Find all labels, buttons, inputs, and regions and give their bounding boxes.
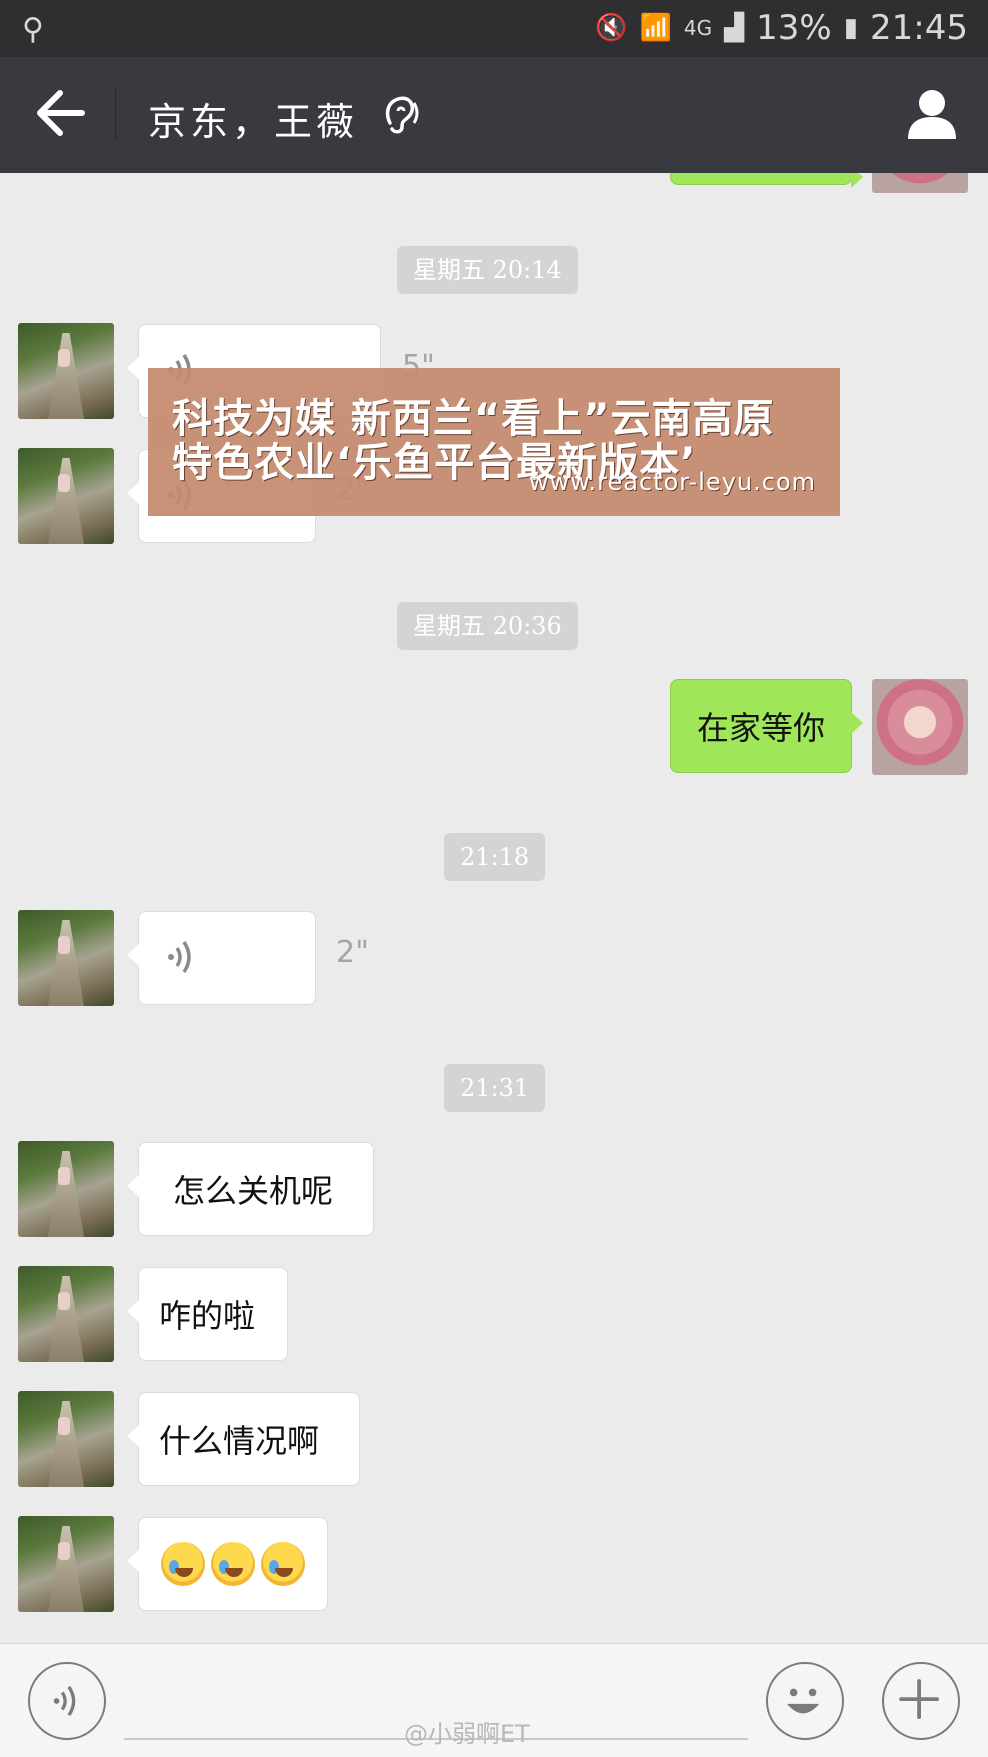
usb-icon: ⚲ (22, 12, 44, 47)
status-bar: ⚲ 🔇 📶 4G ▟ 13% ▮ 21:45 (0, 0, 988, 57)
mute-vibrate-icon: 🔇 (595, 13, 628, 43)
contact-avatar[interactable] (18, 1516, 114, 1612)
contact-avatar[interactable] (18, 1141, 114, 1237)
battery-icon: ▮ (843, 13, 859, 43)
text-message-bubble[interactable]: 怎么关机呢 (127, 1142, 374, 1236)
more-options-button[interactable] (882, 1662, 960, 1740)
contact-avatar[interactable] (18, 1266, 114, 1362)
overlay-url: www.reactor-leyu.com (528, 468, 816, 496)
my-avatar[interactable] (872, 679, 968, 775)
my-message-bubble[interactable]: 在家等你 (670, 679, 863, 773)
plus-icon (899, 1679, 940, 1720)
voice-message-bubble[interactable] (127, 911, 316, 1005)
voice-wave-icon (53, 1685, 76, 1717)
earpiece-mode-icon (385, 96, 419, 134)
voice-wave-icon (168, 941, 191, 973)
contact-avatar[interactable] (18, 323, 114, 419)
message-text: 咋的啦 (159, 1297, 256, 1335)
my-avatar[interactable] (872, 173, 968, 193)
voice-duration: 2" (336, 935, 369, 970)
wifi-icon: 📶 (639, 13, 672, 43)
back-arrow-icon[interactable] (34, 85, 86, 141)
message-text: 在家等你 (696, 709, 825, 747)
smiley-icon (786, 1688, 820, 1714)
network-type: 4G (683, 16, 713, 40)
voice-input-button[interactable] (28, 1662, 106, 1740)
text-message-bubble[interactable]: 什么情况啊 (127, 1392, 360, 1486)
battery-percent: 13% (756, 8, 832, 48)
overlay-banner: 科技为媒 新西兰“看上”云南高原 特色农业‘乐鱼平台最新版本’ www.reac… (148, 368, 840, 516)
face-with-tears-emoji (211, 1542, 255, 1586)
message-text: 什么情况啊 (159, 1422, 320, 1460)
timestamp: 21:18 (444, 833, 546, 881)
message-text: 怎么关机呢 (173, 1172, 334, 1210)
previous-message-bubble[interactable] (670, 173, 863, 188)
emoji-button[interactable] (766, 1662, 844, 1740)
chat-header: 京东，王薇 (0, 57, 988, 173)
contact-avatar[interactable] (18, 1391, 114, 1487)
contact-avatar[interactable] (18, 910, 114, 1006)
timestamp: 星期五 20:36 (397, 602, 578, 650)
timestamp: 星期五 20:14 (397, 246, 578, 294)
face-with-tears-emoji (161, 1542, 205, 1586)
text-message-bubble[interactable]: 咋的啦 (127, 1267, 288, 1361)
face-with-tears-emoji (261, 1542, 305, 1586)
contact-avatar[interactable] (18, 448, 114, 544)
header-divider (115, 87, 116, 141)
signal-icon: ▟ (724, 13, 745, 43)
weibo-credit: @小弱啊ET (404, 1720, 530, 1748)
chat-info-person-icon[interactable] (906, 87, 958, 141)
chat-title: 京东，王薇 (148, 100, 359, 144)
timestamp: 21:31 (444, 1064, 546, 1112)
clock: 21:45 (870, 8, 968, 48)
emoji-message-bubble[interactable] (127, 1517, 328, 1611)
